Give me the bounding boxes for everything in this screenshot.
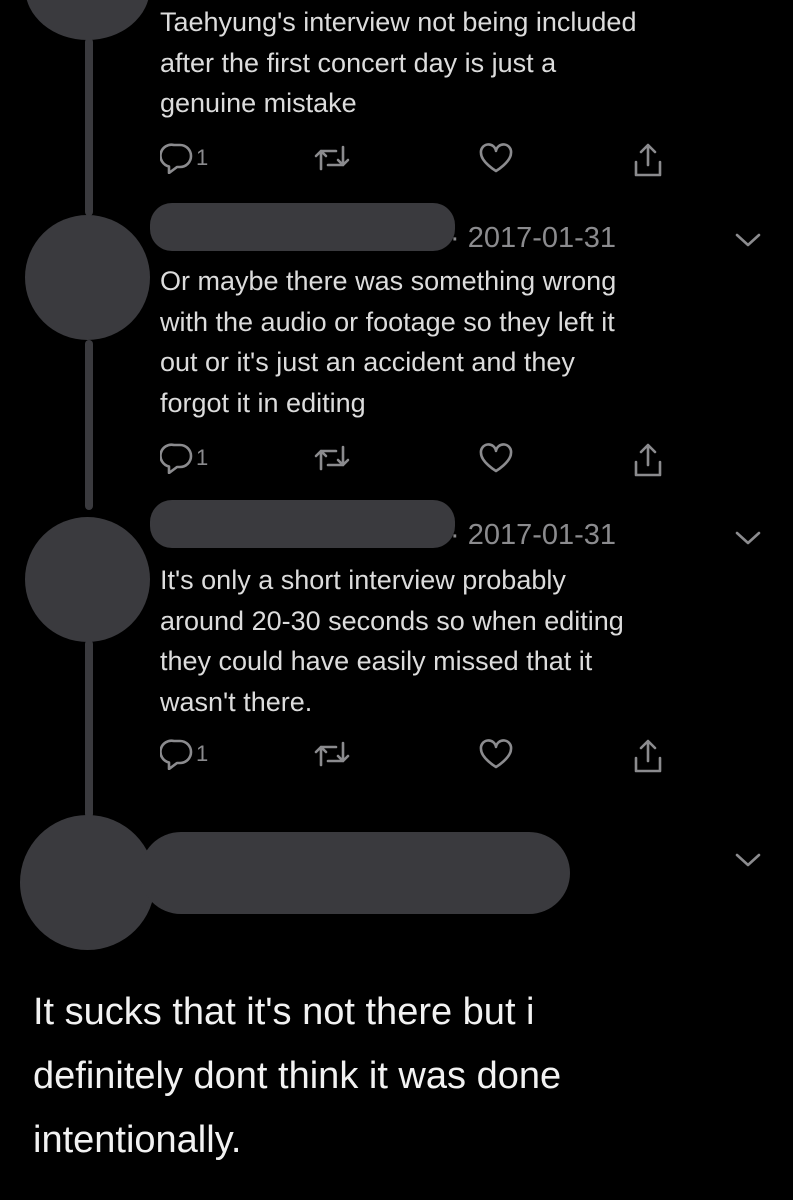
tweet-date-value: 2017-01-31 bbox=[467, 222, 617, 254]
reply-icon bbox=[160, 443, 193, 474]
reply-button[interactable]: 1 bbox=[160, 738, 208, 770]
reply-icon bbox=[160, 739, 193, 770]
redacted-username bbox=[150, 500, 455, 548]
share-icon bbox=[634, 739, 662, 773]
like-button[interactable] bbox=[478, 142, 514, 174]
tweet-text: Or maybe there was something wrong with … bbox=[160, 266, 617, 418]
retweet-button[interactable] bbox=[312, 738, 352, 770]
redacted-username bbox=[150, 203, 455, 251]
like-button[interactable] bbox=[478, 442, 514, 474]
reply-button[interactable]: 1 bbox=[160, 142, 208, 174]
reply-count: 1 bbox=[196, 741, 209, 766]
thread-line bbox=[85, 640, 93, 818]
reply-count: 1 bbox=[196, 145, 209, 170]
redacted-tweet bbox=[140, 832, 570, 914]
reply-count: 1 bbox=[196, 445, 209, 470]
chevron-down-icon[interactable] bbox=[733, 850, 763, 870]
avatar[interactable] bbox=[25, 517, 150, 642]
tweet-actions: 1 bbox=[160, 442, 680, 482]
retweet-icon bbox=[314, 145, 350, 171]
retweet-button[interactable] bbox=[312, 442, 352, 474]
chevron-down-icon[interactable] bbox=[733, 528, 763, 548]
heart-icon bbox=[479, 143, 513, 173]
retweet-icon bbox=[314, 445, 350, 471]
share-button[interactable] bbox=[632, 442, 664, 478]
share-button[interactable] bbox=[632, 738, 664, 774]
reply-icon bbox=[160, 143, 193, 174]
avatar[interactable] bbox=[25, 0, 150, 40]
chevron-down-icon[interactable] bbox=[733, 230, 763, 250]
tweet-date: · 2017-01-31 bbox=[450, 222, 617, 254]
heart-icon bbox=[479, 739, 513, 769]
tweet-date: · 2017-01-31 bbox=[450, 519, 617, 551]
thread-line bbox=[85, 38, 93, 216]
caption-text: It sucks that it's not there but i defin… bbox=[33, 991, 562, 1161]
heart-icon bbox=[479, 443, 513, 473]
avatar[interactable] bbox=[20, 815, 155, 950]
share-button[interactable] bbox=[632, 142, 664, 178]
like-button[interactable] bbox=[478, 738, 514, 770]
avatar[interactable] bbox=[25, 215, 150, 340]
retweet-icon bbox=[314, 741, 350, 767]
thread-line bbox=[85, 340, 93, 510]
tweet-date-value: 2017-01-31 bbox=[467, 519, 617, 551]
tweet-actions: 1 bbox=[160, 738, 680, 778]
reply-button[interactable]: 1 bbox=[160, 442, 208, 474]
tweet-actions: 1 bbox=[160, 142, 680, 182]
share-icon bbox=[634, 443, 662, 477]
retweet-button[interactable] bbox=[312, 142, 352, 174]
share-icon bbox=[634, 143, 662, 177]
tweet-text: It's only a short interview probably aro… bbox=[160, 565, 624, 717]
tweet-text: Taehyung's interview not being included … bbox=[160, 7, 637, 118]
